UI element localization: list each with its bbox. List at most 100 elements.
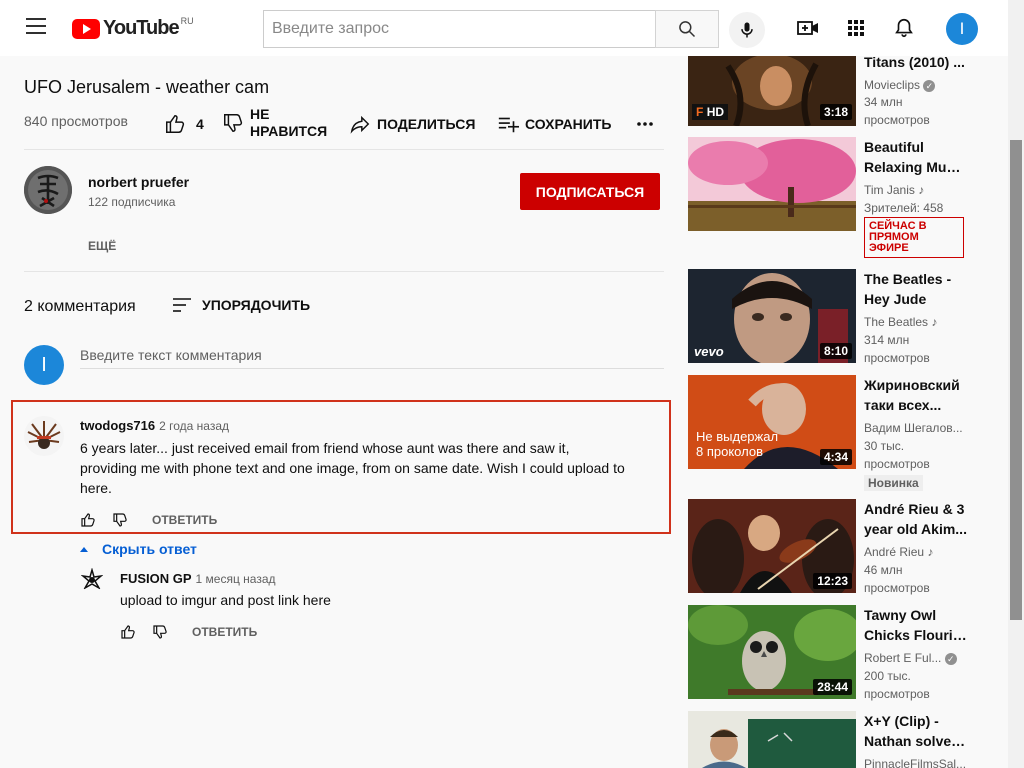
like-count: 4 [196, 116, 204, 132]
thumb-up-icon [166, 115, 185, 133]
video-duration: 28:44 [813, 679, 852, 695]
search-button[interactable] [655, 10, 719, 48]
channel-name: Вадим Шегалов... [864, 421, 963, 435]
view-count: 314 млн [864, 333, 910, 347]
dislike-label-line2: НРАВИТСЯ [250, 123, 328, 139]
channel-avatar[interactable] [24, 166, 72, 214]
video-title-line: Beautiful [864, 139, 924, 155]
create-video-button[interactable] [796, 16, 820, 40]
hide-replies-button[interactable]: Скрыть ответ [80, 541, 197, 557]
video-duration: 3:18 [819, 104, 852, 120]
reply-author-avatar[interactable] [80, 568, 104, 592]
video-title-line: The Beatles - [864, 271, 952, 287]
sort-comments-button[interactable]: УПОРЯДОЧИТЬ [172, 296, 310, 314]
video-title-line: year old Akim... [864, 521, 967, 537]
video-title-line: таки всех... [864, 397, 942, 413]
comment-text-line: providing me with phone text and one ima… [80, 460, 625, 476]
verified-icon: ✓ [944, 653, 957, 665]
thumbnail-image [688, 137, 856, 231]
fusion-logo-icon [80, 568, 104, 592]
page-scrollbar-thumb[interactable] [1010, 140, 1022, 620]
dislike-button[interactable]: НЕ НРАВИТСЯ [222, 106, 327, 146]
comment-input[interactable] [80, 345, 664, 369]
comment-time: 2 года назад [159, 419, 230, 433]
caret-up-icon [80, 546, 88, 552]
comment-dislike-icon[interactable] [112, 512, 128, 528]
voice-search-button[interactable] [729, 12, 765, 48]
show-more-button[interactable]: ЕЩЁ [88, 239, 116, 253]
recommended-video[interactable]: X+Y (Clip) - Nathan solves... PinnacleFi… [688, 711, 978, 768]
notifications-button[interactable] [892, 16, 916, 40]
search-input[interactable] [263, 10, 655, 48]
video-title: Жириновский таки всех... [864, 375, 968, 415]
comment-text: 6 years later... just received email fro… [80, 438, 660, 498]
video-title-line: Nathan solves... [864, 733, 968, 749]
comment-author[interactable]: twodogs716 2 года назад [80, 418, 229, 433]
channel-name: André Rieu ♪ [864, 545, 934, 559]
comment-text-line: here. [80, 480, 112, 496]
youtube-play-icon [72, 18, 100, 39]
comment-author-name: twodogs716 [80, 418, 156, 433]
view-count-unit: просмотров [864, 351, 930, 365]
recommended-video[interactable]: Не выдержал 8 проколов 4:34 Жириновский … [688, 375, 978, 491]
like-button[interactable]: 4 [164, 106, 204, 142]
apps-button[interactable] [844, 16, 868, 40]
save-label: СОХРАНИТЬ [525, 116, 612, 132]
video-thumbnail [688, 711, 856, 768]
subscribe-button[interactable]: ПОДПИСАТЬСЯ [520, 173, 660, 210]
recommended-video[interactable]: 28:44 Tawny Owl Chicks Flouris... Robert… [688, 605, 978, 701]
subscriber-count: 122 подписчика [88, 195, 176, 209]
video-title-line: Жириновский [864, 377, 960, 393]
reply-like-icon[interactable] [120, 624, 136, 640]
more-actions-button[interactable] [636, 106, 660, 142]
view-count-unit: просмотров [864, 687, 930, 701]
verified-icon: ✓ [923, 80, 936, 92]
video-thumbnail: vevo 8:10 [688, 269, 856, 363]
logo-region: RU [180, 15, 194, 26]
masthead: YouTube RU I [0, 0, 1008, 56]
apps-grid-icon [848, 20, 864, 36]
sort-label: УПОРЯДОЧИТЬ [202, 297, 311, 313]
reply-button[interactable]: ОТВЕТИТЬ [192, 625, 257, 639]
reply-author[interactable]: FUSION GP 1 месяц назад [120, 571, 276, 586]
youtube-logo[interactable]: YouTube RU [72, 15, 194, 40]
recommended-video[interactable]: F HD 3:18 Titans (2010) ... Movieclips ✓… [688, 54, 978, 128]
view-count: 840 просмотров [24, 113, 128, 129]
comment-like-icon[interactable] [80, 512, 96, 528]
video-title-line: X+Y (Clip) - [864, 713, 939, 729]
video-title-line: Relaxing Musi... [864, 159, 968, 175]
reply-dislike-icon[interactable] [152, 624, 168, 640]
account-avatar[interactable]: I [946, 13, 978, 45]
music-note-icon: ♪ [927, 545, 934, 559]
vevo-watermark: vevo [694, 344, 724, 359]
video-title: André Rieu & 3 year old Akim... [864, 499, 968, 539]
channel-name: Robert E Ful... ✓ [864, 649, 974, 667]
save-button[interactable]: СОХРАНИТЬ [497, 106, 611, 142]
video-thumbnail: Не выдержал 8 проколов 4:34 [688, 375, 856, 469]
menu-icon[interactable] [26, 18, 46, 38]
divider [24, 149, 664, 150]
channel-name: The Beatles ♪ [864, 315, 938, 329]
channel-name[interactable]: norbert pruefer [88, 174, 189, 190]
recommended-video[interactable]: vevo 8:10 The Beatles - Hey Jude The Bea… [688, 269, 978, 365]
recommended-video[interactable]: Beautiful Relaxing Musi... Tim Janis ♪ З… [688, 137, 978, 258]
recommended-video[interactable]: 12:23 André Rieu & 3 year old Akim... An… [688, 499, 978, 595]
calligraphy-avatar-icon [24, 166, 72, 214]
channel-name: Movieclips ✓ [864, 76, 974, 94]
comment-author-avatar[interactable] [24, 416, 64, 456]
reply-button[interactable]: ОТВЕТИТЬ [152, 513, 217, 527]
reply-author-name: FUSION GP [120, 571, 192, 586]
sort-icon [173, 298, 191, 312]
video-title: X+Y (Clip) - Nathan solves... [864, 711, 968, 751]
view-count: 200 тыс. [864, 669, 911, 683]
reply-text-line: upload to imgur and post link here [120, 592, 331, 608]
video-title: The Beatles - Hey Jude [864, 269, 968, 309]
live-badge: СЕЙЧАС В ПРЯМОМ ЭФИРЕ [864, 217, 964, 258]
more-horizontal-icon [637, 122, 653, 126]
new-badge: Новинка [864, 475, 923, 491]
video-title: Beautiful Relaxing Musi... [864, 137, 968, 177]
video-duration: 8:10 [819, 343, 852, 359]
share-button[interactable]: ПОДЕЛИТЬСЯ [349, 106, 475, 142]
logo-text: YouTube [103, 17, 180, 39]
share-label: ПОДЕЛИТЬСЯ [377, 116, 476, 132]
